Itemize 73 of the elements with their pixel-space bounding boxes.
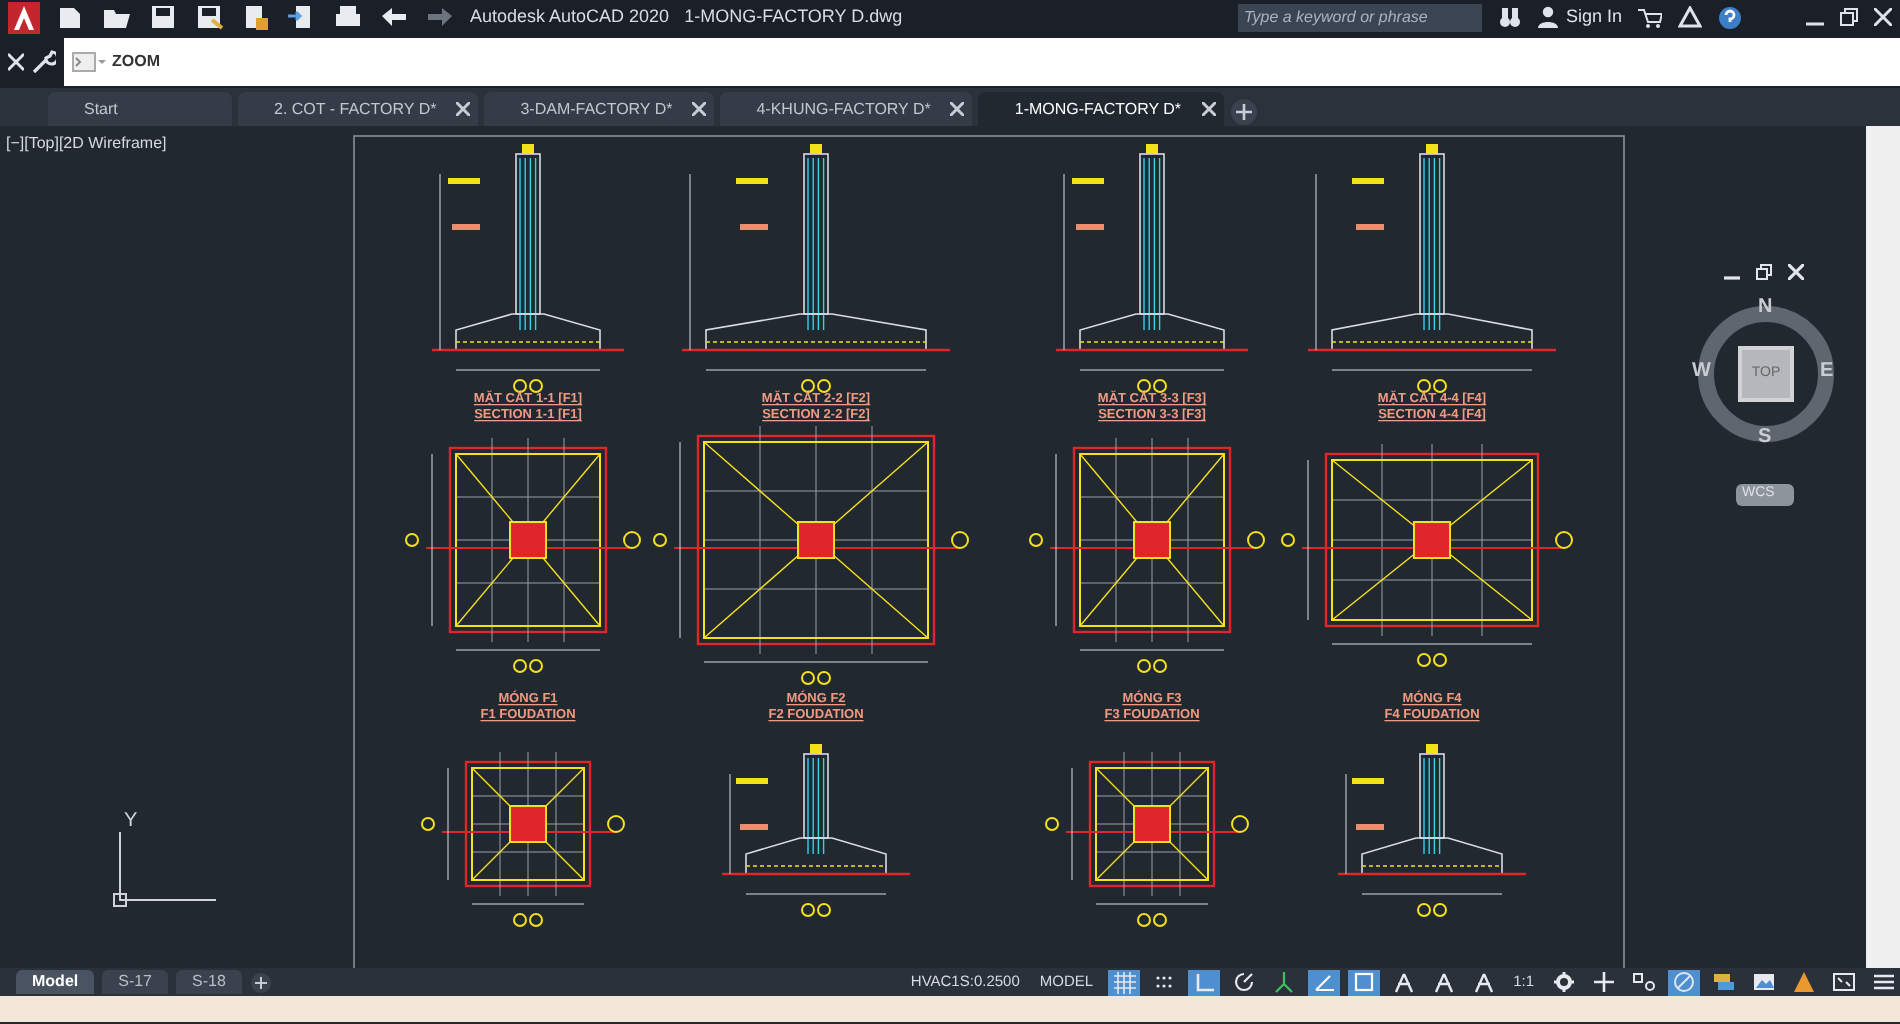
- grid-toggle[interactable]: [1107, 969, 1140, 995]
- fullscreen-toggle[interactable]: [1828, 969, 1860, 995]
- annotation-icon: [1431, 970, 1456, 994]
- command-prompt-icon[interactable]: [72, 51, 106, 71]
- compass-east-label[interactable]: E: [1820, 362, 1834, 382]
- binoculars-icon[interactable]: [1497, 5, 1522, 29]
- angle-toggle[interactable]: [1307, 969, 1340, 995]
- triangle-icon[interactable]: [1678, 6, 1702, 28]
- warning-toggle[interactable]: [1788, 969, 1820, 995]
- close-icon[interactable]: [1201, 102, 1215, 116]
- ucs-axis-label: Y: [124, 812, 138, 832]
- wrench-icon[interactable]: [32, 49, 56, 73]
- gear-icon: [1552, 970, 1576, 994]
- layout-tab[interactable]: Model: [16, 970, 95, 994]
- user-icon: [1537, 6, 1558, 28]
- save-icon[interactable]: [148, 2, 178, 32]
- plus-toggle[interactable]: [1588, 969, 1620, 995]
- angle-icon: [1311, 970, 1336, 994]
- file-tab[interactable]: Start: [48, 92, 232, 126]
- close-icon[interactable]: [8, 51, 24, 71]
- menu-toggle[interactable]: [1868, 969, 1900, 995]
- help-icon[interactable]: [1718, 5, 1742, 29]
- annotation-icon: [1471, 970, 1496, 994]
- osnap-toggle[interactable]: [1347, 969, 1380, 995]
- hardware-icon: [1632, 970, 1656, 994]
- ucs-axes-icon: [112, 832, 216, 908]
- annotation-icon: [1391, 970, 1416, 994]
- viewport-controls[interactable]: [−][Top][2D Wireframe]: [6, 132, 167, 156]
- isodraft-icon: [1271, 970, 1296, 994]
- layout-tab[interactable]: S-18: [176, 970, 242, 994]
- layers-toggle[interactable]: [1708, 969, 1740, 995]
- restore-icon[interactable]: [1840, 8, 1858, 26]
- osnap-icon: [1351, 970, 1376, 994]
- plus-icon: [1592, 970, 1616, 994]
- fullscreen-icon: [1832, 970, 1856, 994]
- file-tab[interactable]: 3-DAM-FACTORY D*: [484, 92, 715, 126]
- menu-icon: [1872, 970, 1896, 994]
- close-icon[interactable]: [950, 102, 965, 116]
- layers-icon: [1712, 970, 1736, 994]
- gear-toggle[interactable]: [1548, 969, 1580, 995]
- window-title: Autodesk AutoCAD 2020 1-MONG-FACTORY D.dwg: [470, 3, 903, 30]
- add-layout-icon[interactable]: [249, 971, 272, 993]
- file-tab[interactable]: 2. COT - FACTORY D*: [238, 92, 479, 126]
- search-field[interactable]: Type a keyword or phrase: [1237, 3, 1482, 31]
- command-line-field[interactable]: ZOOM: [64, 37, 1900, 85]
- grid-icon: [1111, 970, 1136, 994]
- publish-icon[interactable]: [240, 2, 270, 32]
- isolate-icon: [1672, 970, 1696, 994]
- close-icon[interactable]: [1788, 264, 1804, 280]
- close-icon[interactable]: [1874, 8, 1892, 26]
- save-as-icon[interactable]: [194, 2, 224, 32]
- isolate-toggle[interactable]: [1668, 969, 1700, 995]
- ortho-toggle[interactable]: [1187, 969, 1220, 995]
- close-icon[interactable]: [692, 102, 707, 116]
- redo-icon[interactable]: [424, 2, 454, 32]
- restore-icon[interactable]: [1756, 264, 1772, 280]
- print-icon[interactable]: [332, 2, 362, 32]
- ortho-icon: [1191, 970, 1216, 994]
- picture-icon: [1752, 970, 1776, 994]
- add-tab-icon[interactable]: [1229, 98, 1257, 126]
- close-icon[interactable]: [456, 102, 471, 116]
- hardware-toggle[interactable]: [1628, 969, 1660, 995]
- share-icon[interactable]: [286, 2, 316, 32]
- file-tab[interactable]: 1-MONG-FACTORY D*: [978, 92, 1223, 126]
- viewcube-ring[interactable]: [1694, 302, 1838, 446]
- picture-toggle[interactable]: [1748, 969, 1780, 995]
- polar-icon: [1231, 970, 1256, 994]
- cart-icon[interactable]: [1638, 6, 1662, 28]
- layout-tab[interactable]: S-17: [102, 970, 169, 994]
- file-tab[interactable]: 4-KHUNG-FACTORY D*: [720, 92, 973, 126]
- vertical-scrollbar[interactable]: [1866, 126, 1900, 968]
- app-logo-icon[interactable]: [8, 1, 40, 33]
- sign-in-button[interactable]: Sign In: [1537, 3, 1622, 31]
